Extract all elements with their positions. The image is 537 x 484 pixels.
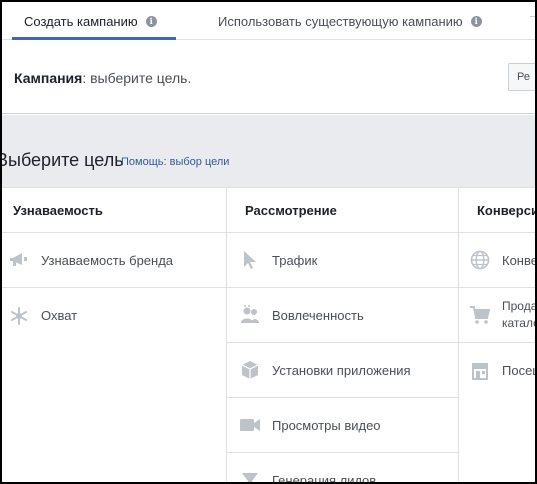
objective-label: Трафик — [272, 252, 318, 268]
funnel-icon — [239, 469, 261, 482]
objective-label: Узнаваемость бренда — [41, 252, 174, 268]
help-link[interactable]: Помощь: выбор цели — [121, 156, 229, 168]
edit-button[interactable]: Ре — [508, 63, 535, 91]
column-consideration: Рассмотрение Трафик Вовлеченность Устано… — [226, 188, 458, 482]
objective-section: Выберите цель Помощь: выбор цели Узнавае… — [2, 115, 535, 482]
objective-app-installs[interactable]: Установки приложения — [227, 343, 458, 398]
objective-video-views[interactable]: Просмотры видео — [227, 398, 458, 453]
objective-lead-generation[interactable]: Генерация лидов — [227, 453, 458, 482]
tab-create-campaign-label: Создать кампанию — [24, 13, 138, 29]
tab-create-campaign[interactable]: Создать кампанию i — [12, 2, 176, 40]
cart-icon — [469, 304, 491, 326]
column-header: Конверси — [459, 188, 535, 233]
objective-reach[interactable]: Охват — [2, 288, 226, 343]
column-conversion: Конверси Конве Прода катало — [458, 188, 535, 482]
box-icon — [239, 359, 261, 381]
objective-label: Прода — [502, 299, 535, 313]
people-icon — [239, 304, 261, 326]
objective-label: Установки приложения — [272, 362, 411, 378]
objective-label: Посещ — [502, 363, 535, 378]
tab-existing-campaign[interactable]: Использовать существующую кампанию i — [218, 2, 482, 40]
objectives-table: Узнаваемость Узнаваемость бренда Охват Р… — [2, 187, 535, 482]
objective-catalog-sales[interactable]: Прода катало — [459, 288, 535, 343]
objective-label: Охват — [41, 308, 78, 323]
objective-traffic[interactable]: Трафик — [227, 233, 458, 288]
objective-label: Генерация лидов — [272, 472, 377, 483]
panel-edge — [530, 16, 535, 24]
tab-existing-campaign-label: Использовать существующую кампанию — [218, 13, 463, 29]
column-awareness: Узнаваемость Узнаваемость бренда Охват — [2, 188, 226, 482]
objective-label-line2: катало — [502, 316, 535, 330]
objective-brand-awareness[interactable]: Узнаваемость бренда — [2, 233, 226, 288]
reach-icon — [8, 305, 30, 327]
objective-engagement[interactable]: Вовлеченность — [227, 288, 458, 343]
store-icon — [469, 360, 491, 382]
objective-label: Вовлеченность — [272, 307, 364, 323]
objective-label-block: Прода катало — [502, 298, 535, 332]
campaign-label: Кампания — [14, 70, 83, 86]
cursor-icon — [239, 249, 261, 271]
campaign-status-text: : выберите цель. — [82, 70, 192, 86]
video-icon — [239, 414, 261, 436]
objective-label: Конве — [502, 252, 535, 268]
section-title: Выберите цель — [2, 150, 124, 170]
tab-bar: Создать кампанию i Использовать существу… — [2, 2, 535, 40]
create-campaign-panel: Создать кампанию i Использовать существу… — [2, 2, 535, 482]
globe-icon — [469, 249, 491, 271]
objective-store-visits[interactable]: Посещ — [459, 343, 535, 398]
campaign-row: Кампания: выберите цель. Ре — [2, 40, 535, 114]
megaphone-icon — [8, 249, 30, 271]
campaign-status: Кампания: выберите цель. — [14, 70, 191, 86]
objective-label: Просмотры видео — [272, 417, 381, 433]
objective-conversions[interactable]: Конве — [459, 233, 535, 288]
info-icon[interactable]: i — [470, 15, 482, 27]
column-header: Узнаваемость — [2, 188, 226, 233]
column-header: Рассмотрение — [227, 188, 458, 233]
info-icon[interactable]: i — [145, 15, 157, 27]
